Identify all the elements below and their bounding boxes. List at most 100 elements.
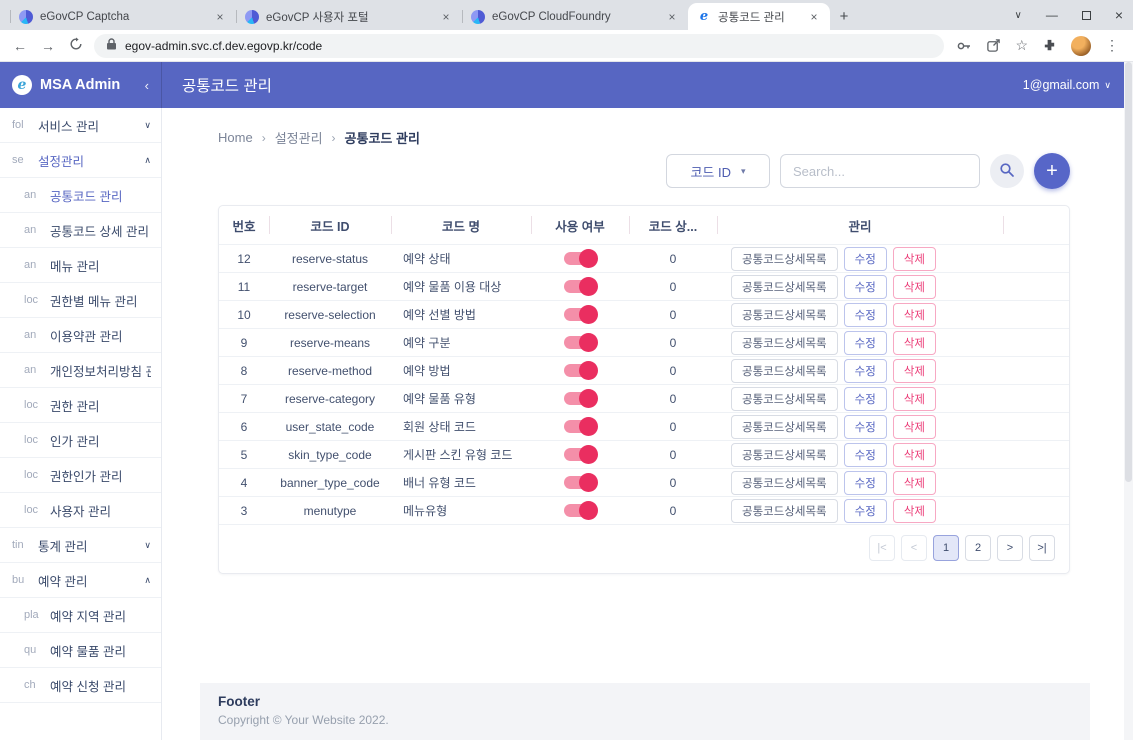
pagination-button[interactable]: 2	[965, 535, 991, 561]
sidebar-item[interactable]: ch 예약 신청 관리	[0, 668, 161, 703]
cell-code-count: 0	[629, 252, 717, 266]
pagination-button[interactable]: <	[901, 535, 927, 561]
pagination-button[interactable]: |<	[869, 535, 895, 561]
user-menu[interactable]: 1@gmail.com ∨	[1023, 78, 1111, 92]
delete-button[interactable]: 삭제	[893, 331, 936, 355]
search-icon	[999, 162, 1015, 181]
detail-list-button[interactable]: 공통코드상세목록	[731, 443, 838, 467]
tab-close-icon[interactable]: ×	[665, 10, 679, 24]
browser-tab[interactable]: eGovCP CloudFoundry ×	[462, 3, 688, 30]
password-key-icon[interactable]	[956, 38, 972, 54]
forward-icon[interactable]: →	[38, 38, 58, 54]
detail-list-button[interactable]: 공통코드상세목록	[731, 359, 838, 383]
scrollbar-thumb[interactable]	[1125, 62, 1132, 482]
edit-button[interactable]: 수정	[844, 275, 887, 299]
sidebar: fol 서비스 관리 ∨ se 설정관리 ∧ an 공통코드 관리 an 공통코…	[0, 108, 162, 740]
edit-button[interactable]: 수정	[844, 471, 887, 495]
sidebar-item[interactable]: loc 인가 관리	[0, 423, 161, 458]
url-input[interactable]: egov-admin.svc.cf.dev.egovp.kr/code	[94, 34, 944, 58]
sidebar-item[interactable]: loc 사용자 관리	[0, 493, 161, 528]
edit-button[interactable]: 수정	[844, 331, 887, 355]
delete-button[interactable]: 삭제	[893, 471, 936, 495]
sidebar-item[interactable]: loc 권한 관리	[0, 388, 161, 423]
add-code-button[interactable]: +	[1034, 153, 1070, 189]
delete-button[interactable]: 삭제	[893, 499, 936, 523]
pagination-button[interactable]: >|	[1029, 535, 1055, 561]
page-scrollbar[interactable]	[1124, 62, 1133, 740]
browser-menu-icon[interactable]: ⋮	[1105, 37, 1119, 54]
delete-button[interactable]: 삭제	[893, 387, 936, 411]
delete-button[interactable]: 삭제	[893, 247, 936, 271]
sidebar-item[interactable]: bu 예약 관리 ∧	[0, 563, 161, 598]
breadcrumb-home[interactable]: Home	[218, 130, 253, 145]
use-toggle[interactable]	[564, 476, 596, 489]
detail-list-button[interactable]: 공통코드상세목록	[731, 471, 838, 495]
profile-avatar[interactable]	[1071, 36, 1091, 56]
detail-list-button[interactable]: 공통코드상세목록	[731, 331, 838, 355]
browser-tab[interactable]: eGovCP Captcha ×	[10, 3, 236, 30]
use-toggle[interactable]	[564, 392, 596, 405]
reload-icon[interactable]	[66, 37, 86, 54]
window-maximize-icon[interactable]	[1082, 11, 1091, 20]
back-icon[interactable]: ←	[10, 38, 30, 54]
share-icon[interactable]	[986, 38, 1001, 53]
delete-button[interactable]: 삭제	[893, 303, 936, 327]
sidebar-item[interactable]: an 개인정보처리방침 관	[0, 353, 161, 388]
use-toggle[interactable]	[564, 308, 596, 321]
sidebar-item[interactable]: pla 예약 지역 관리	[0, 598, 161, 633]
sidebar-item[interactable]: tin 통계 관리 ∨	[0, 528, 161, 563]
sidebar-item[interactable]: an 공통코드 상세 관리	[0, 213, 161, 248]
sidebar-item[interactable]: qu 예약 물품 관리	[0, 633, 161, 668]
use-toggle[interactable]	[564, 336, 596, 349]
extensions-icon[interactable]	[1042, 38, 1057, 53]
use-toggle[interactable]	[564, 280, 596, 293]
edit-button[interactable]: 수정	[844, 303, 887, 327]
detail-list-button[interactable]: 공통코드상세목록	[731, 387, 838, 411]
brand-name: MSA Admin	[40, 77, 120, 93]
sidebar-item[interactable]: an 메뉴 관리	[0, 248, 161, 283]
edit-button[interactable]: 수정	[844, 415, 887, 439]
use-toggle[interactable]	[564, 504, 596, 517]
edit-button[interactable]: 수정	[844, 443, 887, 467]
search-input[interactable]	[780, 154, 980, 188]
bookmark-star-icon[interactable]: ☆	[1015, 37, 1028, 54]
detail-list-button[interactable]: 공통코드상세목록	[731, 415, 838, 439]
tab-close-icon[interactable]: ×	[807, 10, 821, 24]
use-toggle[interactable]	[564, 420, 596, 433]
detail-list-button[interactable]: 공통코드상세목록	[731, 247, 838, 271]
edit-button[interactable]: 수정	[844, 387, 887, 411]
tab-close-icon[interactable]: ×	[439, 10, 453, 24]
delete-button[interactable]: 삭제	[893, 443, 936, 467]
sidebar-item[interactable]: loc 권한인가 관리	[0, 458, 161, 493]
delete-button[interactable]: 삭제	[893, 275, 936, 299]
pagination-button[interactable]: 1	[933, 535, 959, 561]
window-menu-icon[interactable]: ∨	[1014, 10, 1021, 21]
detail-list-button[interactable]: 공통코드상세목록	[731, 499, 838, 523]
filter-field-dropdown[interactable]: 코드 ID ▾	[666, 154, 770, 188]
detail-list-button[interactable]: 공통코드상세목록	[731, 303, 838, 327]
browser-tab[interactable]: eGovCP 사용자 포털 ×	[236, 3, 462, 30]
sidebar-item[interactable]: an 이용약관 관리	[0, 318, 161, 353]
window-minimize-icon[interactable]: —	[1046, 8, 1058, 22]
window-close-icon[interactable]: ×	[1115, 7, 1123, 23]
sidebar-item[interactable]: an 공통코드 관리	[0, 178, 161, 213]
delete-button[interactable]: 삭제	[893, 359, 936, 383]
detail-list-button[interactable]: 공통코드상세목록	[731, 275, 838, 299]
sidebar-item[interactable]: fol 서비스 관리 ∨	[0, 108, 161, 143]
use-toggle[interactable]	[564, 448, 596, 461]
tab-close-icon[interactable]: ×	[213, 10, 227, 24]
sidebar-item[interactable]: se 설정관리 ∧	[0, 143, 161, 178]
use-toggle[interactable]	[564, 364, 596, 377]
delete-button[interactable]: 삭제	[893, 415, 936, 439]
breadcrumb-section[interactable]: 설정관리	[275, 128, 323, 147]
pagination-button[interactable]: >	[997, 535, 1023, 561]
use-toggle[interactable]	[564, 252, 596, 265]
search-button[interactable]	[990, 154, 1024, 188]
sidebar-item[interactable]: loc 권한별 메뉴 관리	[0, 283, 161, 318]
edit-button[interactable]: 수정	[844, 499, 887, 523]
new-tab-button[interactable]: +	[830, 3, 858, 30]
edit-button[interactable]: 수정	[844, 359, 887, 383]
edit-button[interactable]: 수정	[844, 247, 887, 271]
sidebar-collapse-icon[interactable]: ‹	[145, 78, 149, 93]
browser-tab[interactable]: e 공통코드 관리 ×	[688, 3, 830, 30]
